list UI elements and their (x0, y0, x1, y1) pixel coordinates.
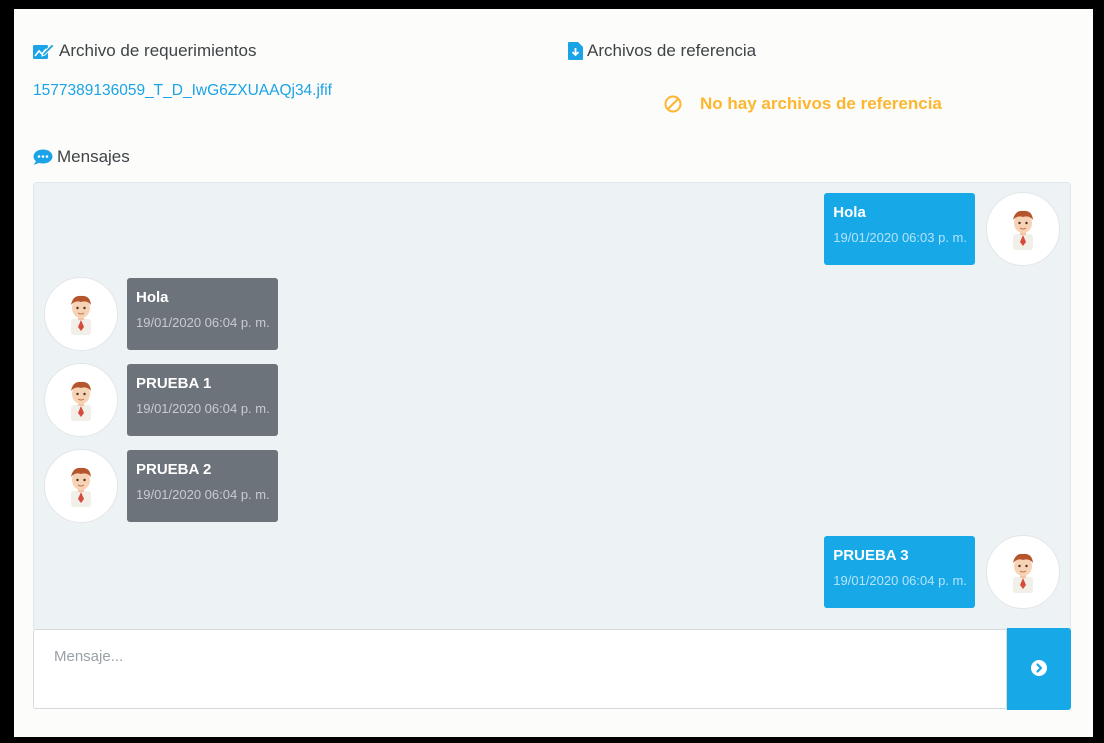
message-composer (33, 628, 1073, 710)
message-bubble: Hola 19/01/2020 06:03 p. m. (824, 193, 975, 265)
chat-bubble-icon (33, 149, 53, 166)
chevron-circle-right-icon (1031, 659, 1047, 679)
message-text: Hola (833, 204, 866, 221)
ban-icon (664, 95, 682, 113)
message-text: PRUEBA 3 (833, 547, 909, 564)
no-references-text: No hay archivos de referencia (700, 94, 942, 113)
message-time: 19/01/2020 06:04 p. m. (136, 487, 270, 502)
avatar (986, 535, 1060, 609)
message-text: Hola (136, 289, 169, 306)
message-bubble: PRUEBA 1 19/01/2020 06:04 p. m. (127, 364, 278, 436)
chat-history[interactable]: Hola 19/01/2020 06:03 p. m. Hola 19/01/2… (33, 182, 1071, 630)
message-sent: Hola 19/01/2020 06:03 p. m. (824, 192, 1060, 266)
message-text: PRUEBA 1 (136, 375, 212, 392)
message-time: 19/01/2020 06:03 p. m. (833, 230, 967, 245)
user-avatar-icon (71, 381, 91, 421)
message-panel: Archivo de requerimientos 1577389136059_… (14, 9, 1093, 737)
message-received: Hola 19/01/2020 06:04 p. m. (44, 277, 278, 351)
requirements-file-link[interactable]: 1577389136059_T_D_IwG6ZXUAAQj34.jfif (33, 82, 332, 100)
messages-heading-label: Mensajes (57, 147, 130, 166)
user-avatar-icon (1013, 210, 1033, 250)
requirements-heading: Archivo de requerimientos (33, 41, 256, 61)
messages-heading: Mensajes (33, 147, 130, 167)
no-references-notice: No hay archivos de referencia (664, 94, 942, 114)
message-sent: PRUEBA 3 19/01/2020 06:04 p. m. (824, 535, 1060, 609)
user-avatar-icon (71, 467, 91, 507)
user-avatar-icon (71, 295, 91, 335)
avatar (986, 192, 1060, 266)
user-avatar-icon (1013, 553, 1033, 593)
message-received: PRUEBA 2 19/01/2020 06:04 p. m. (44, 449, 278, 523)
avatar (44, 449, 118, 523)
file-download-icon (568, 42, 583, 60)
message-time: 19/01/2020 06:04 p. m. (136, 315, 270, 330)
edit-document-icon (33, 42, 55, 60)
message-bubble: PRUEBA 3 19/01/2020 06:04 p. m. (824, 536, 975, 608)
message-time: 19/01/2020 06:04 p. m. (136, 401, 270, 416)
message-bubble: PRUEBA 2 19/01/2020 06:04 p. m. (127, 450, 278, 522)
avatar (44, 363, 118, 437)
message-received: PRUEBA 1 19/01/2020 06:04 p. m. (44, 363, 278, 437)
references-heading: Archivos de referencia (568, 41, 756, 61)
message-text: PRUEBA 2 (136, 461, 212, 478)
references-heading-label: Archivos de referencia (587, 41, 757, 60)
message-bubble: Hola 19/01/2020 06:04 p. m. (127, 278, 278, 350)
message-input[interactable] (33, 629, 1007, 709)
avatar (44, 277, 118, 351)
requirements-heading-label: Archivo de requerimientos (59, 41, 257, 60)
send-button[interactable] (1007, 628, 1071, 710)
message-time: 19/01/2020 06:04 p. m. (833, 573, 967, 588)
